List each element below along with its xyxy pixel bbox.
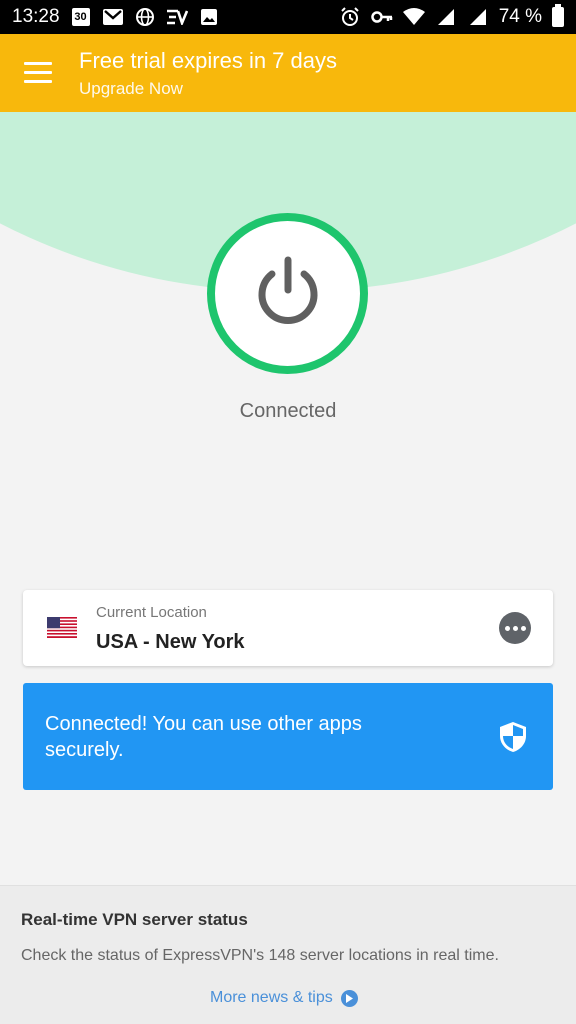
more-options-icon[interactable] [499,612,531,644]
connection-status: Connected [239,400,337,422]
power-button[interactable] [207,213,368,374]
signal-icon [435,7,457,27]
expressvpn-icon [166,7,188,27]
globe-icon [134,7,156,27]
trial-title: Free trial expires in 7 days [79,48,337,73]
more-news-link[interactable]: More news & tips [210,989,358,1007]
shield-icon [500,722,526,752]
status-time: 13:28 [12,6,60,27]
banner-message: Connected! You can use other apps secure… [45,713,362,761]
gmail-icon [102,7,124,27]
calendar-icon: 30 [70,7,92,27]
play-icon [340,989,358,1007]
calendar-day: 30 [71,8,90,26]
location-label: Current Location [96,604,207,621]
alarm-icon [339,7,361,27]
news-section: Real-time VPN server status Check the st… [0,885,576,1024]
us-flag-icon [47,617,77,638]
menu-icon[interactable] [24,62,52,84]
news-description: Check the status of ExpressVPN's 148 ser… [21,947,499,964]
signal-icon [467,7,489,27]
connected-banner: Connected! You can use other apps secure… [23,683,553,790]
news-title: Real-time VPN server status [21,910,248,929]
wifi-icon [402,7,425,27]
location-card[interactable]: Current Location USA - New York [23,590,553,666]
status-bar: 13:28 30 74 % [0,0,576,34]
power-icon [258,256,317,324]
more-news-label: More news & tips [210,989,333,1006]
location-value: USA - New York [96,631,245,653]
trial-banner[interactable]: Free trial expires in 7 days Upgrade Now [0,34,576,112]
battery-percentage: 74 % [498,6,542,27]
image-icon [198,7,220,27]
upgrade-link[interactable]: Upgrade Now [79,79,183,99]
vpn-key-icon [370,7,393,27]
battery-icon [552,4,564,27]
